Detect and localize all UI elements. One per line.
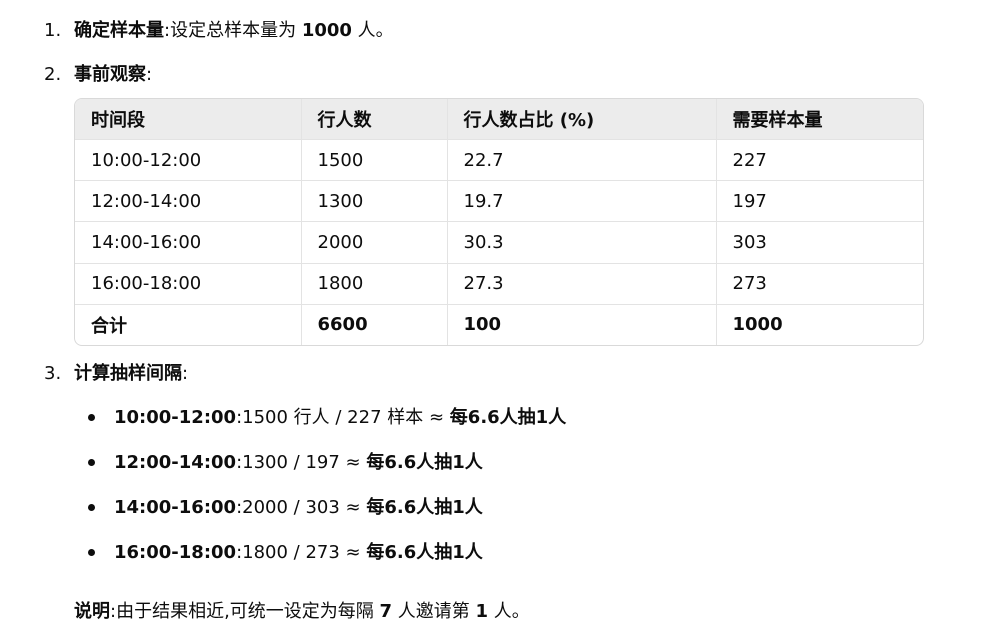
interval-period: 10:00-12:00 bbox=[114, 407, 237, 428]
table-cell: 19.7 bbox=[447, 180, 717, 223]
note-text: 人。 bbox=[488, 601, 530, 622]
interval-list: 10:00-12:00:1500 行人 / 227 样本 ≈ 每6.6人抽1人 … bbox=[88, 405, 566, 585]
list-item-text: 设定总样本量为 bbox=[170, 20, 302, 41]
table-cell: 303 bbox=[716, 221, 923, 264]
header-pedestrians: 行人数 bbox=[301, 99, 448, 140]
interval-item: 16:00-18:00:1800 / 273 ≈ 每6.6人抽1人 bbox=[88, 540, 566, 585]
observation-table: 时间段 行人数 行人数占比 (%) 需要样本量 10:00-12:00 1500… bbox=[74, 98, 924, 346]
note-label: 说明 bbox=[74, 601, 110, 622]
interval-calc: 1300 / 197 ≈ bbox=[242, 452, 367, 473]
list-item-interval: 3. 计算抽样间隔: bbox=[44, 362, 188, 386]
interval-calc: 1800 / 273 ≈ bbox=[242, 542, 367, 563]
bullet-icon bbox=[88, 414, 95, 421]
total-pedestrians: 6600 bbox=[301, 304, 448, 345]
colon: : bbox=[146, 64, 153, 85]
bullet-icon bbox=[88, 459, 95, 466]
list-number: 3. bbox=[44, 363, 62, 384]
interval-item: 14:00-16:00:2000 / 303 ≈ 每6.6人抽1人 bbox=[88, 495, 566, 540]
table-cell: 1800 bbox=[301, 263, 448, 305]
data-table: 时间段 行人数 行人数占比 (%) 需要样本量 10:00-12:00 1500… bbox=[75, 99, 923, 345]
interval-result: 每6.6人抽1人 bbox=[449, 407, 567, 428]
table-cell: 10:00-12:00 bbox=[75, 139, 302, 182]
table-cell: 22.7 bbox=[447, 139, 717, 182]
table-row: 10:00-12:00 1500 22.7 227 bbox=[75, 139, 923, 182]
note-text: 人邀请第 bbox=[392, 601, 476, 622]
note-first-value: 1 bbox=[475, 601, 489, 622]
table-cell: 227 bbox=[716, 139, 923, 182]
interval-period: 14:00-16:00 bbox=[114, 497, 237, 518]
interval-result: 每6.6人抽1人 bbox=[366, 452, 483, 473]
list-item-title: 计算抽样间隔 bbox=[74, 363, 182, 384]
table-total-row: 合计 6600 100 1000 bbox=[75, 304, 923, 345]
interval-period: 16:00-18:00 bbox=[114, 542, 237, 563]
table-cell: 273 bbox=[716, 263, 923, 305]
table-cell: 1500 bbox=[301, 139, 448, 182]
note-interval-value: 7 bbox=[379, 601, 393, 622]
interval-calc: 2000 / 303 ≈ bbox=[242, 497, 367, 518]
list-number: 2. bbox=[44, 64, 62, 85]
interval-result: 每6.6人抽1人 bbox=[366, 497, 483, 518]
note-paragraph: 说明:由于结果相近,可统一设定为每隔 7 人邀请第 1 人。 bbox=[74, 600, 530, 624]
header-period: 时间段 bbox=[75, 99, 302, 140]
table-cell: 2000 bbox=[301, 221, 448, 264]
note-text: 由于结果相近,可统一设定为每隔 bbox=[116, 601, 380, 622]
bullet-icon bbox=[88, 504, 95, 511]
list-item-sample-size: 1. 确定样本量:设定总样本量为 1000 人。 bbox=[44, 19, 394, 43]
total-sample-size: 1000 bbox=[732, 314, 783, 336]
header-share: 行人数占比 (%) bbox=[447, 99, 717, 140]
list-item-title: 确定样本量 bbox=[74, 20, 164, 41]
total-label: 合计 bbox=[75, 304, 302, 345]
list-item-title: 事前观察 bbox=[74, 64, 146, 85]
sample-size-value: 1000 bbox=[301, 20, 352, 41]
table-cell: 27.3 bbox=[447, 263, 717, 305]
table-header-row: 时间段 行人数 行人数占比 (%) 需要样本量 bbox=[75, 99, 923, 140]
table-row: 14:00-16:00 2000 30.3 303 bbox=[75, 221, 923, 264]
interval-period: 12:00-14:00 bbox=[114, 452, 237, 473]
table-cell: 1300 bbox=[301, 180, 448, 223]
colon: : bbox=[182, 363, 189, 384]
total-share: 100 bbox=[447, 304, 717, 345]
table-cell: 197 bbox=[716, 180, 923, 223]
table-cell: 30.3 bbox=[447, 221, 717, 264]
interval-item: 12:00-14:00:1300 / 197 ≈ 每6.6人抽1人 bbox=[88, 450, 566, 495]
table-cell: 14:00-16:00 bbox=[75, 221, 302, 264]
table-cell: 16:00-18:00 bbox=[75, 263, 302, 305]
list-number: 1. bbox=[44, 20, 62, 41]
interval-calc: 1500 行人 / 227 样本 ≈ bbox=[242, 407, 450, 428]
bullet-icon bbox=[88, 549, 95, 556]
header-sample-size: 需要样本量 bbox=[716, 99, 923, 140]
list-item-observation: 2. 事前观察: bbox=[44, 63, 152, 87]
table-row: 12:00-14:00 1300 19.7 197 bbox=[75, 180, 923, 223]
interval-result: 每6.6人抽1人 bbox=[366, 542, 483, 563]
table-cell: 12:00-14:00 bbox=[75, 180, 302, 223]
interval-item: 10:00-12:00:1500 行人 / 227 样本 ≈ 每6.6人抽1人 bbox=[88, 405, 566, 450]
table-row: 16:00-18:00 1800 27.3 273 bbox=[75, 263, 923, 305]
list-item-text-end: 人。 bbox=[351, 20, 394, 41]
